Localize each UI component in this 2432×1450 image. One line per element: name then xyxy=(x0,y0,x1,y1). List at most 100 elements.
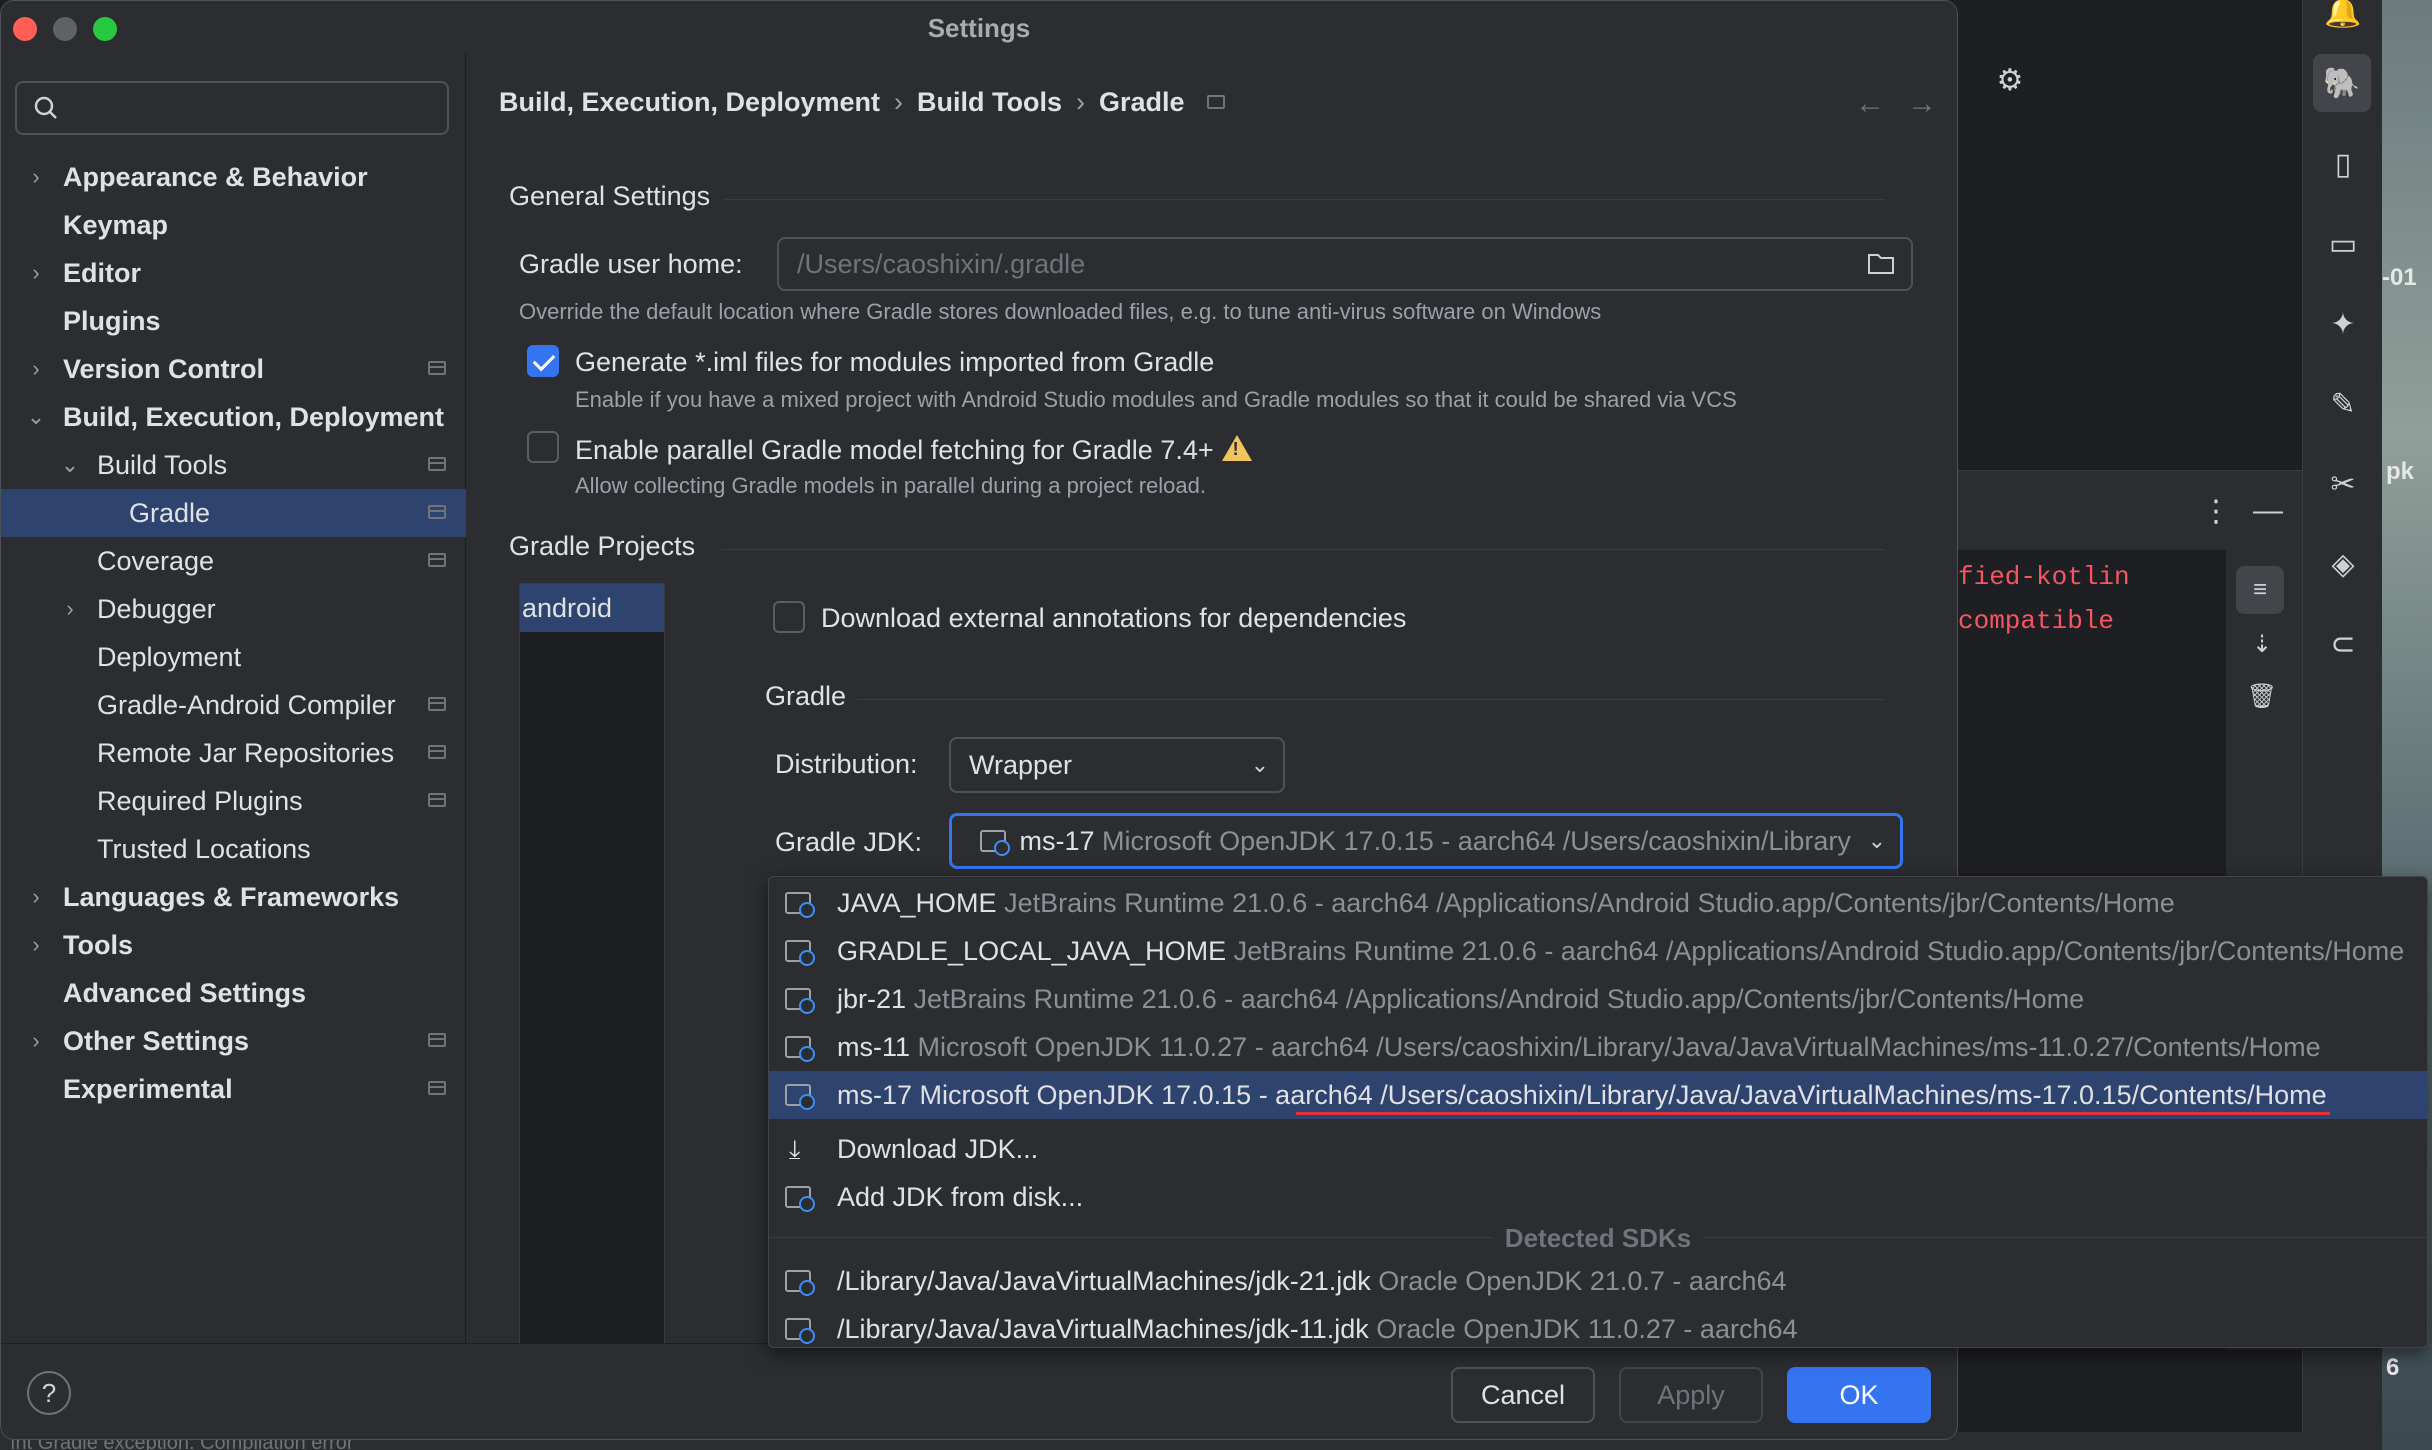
sidebar-item-editor[interactable]: › Editor xyxy=(1,249,466,297)
jdk-option-name: ms-11 xyxy=(837,1032,911,1062)
breadcrumb-item[interactable]: Build Tools xyxy=(917,87,1062,118)
gradle-user-home-placeholder: /Users/caoshixin/.gradle xyxy=(797,249,1086,279)
tools-icon[interactable]: ✂ xyxy=(2321,462,2365,506)
sidebar-item-gradle-android-compiler[interactable]: Gradle-Android Compiler xyxy=(1,681,466,729)
sidebar-item-plugins[interactable]: Plugins xyxy=(1,297,466,345)
sdk-detail: Oracle OpenJDK 21.0.7 - aarch64 xyxy=(1378,1266,1787,1296)
chevron-right-icon[interactable]: › xyxy=(23,249,49,297)
sidebar-item-build-execution-deployment[interactable]: ⌄ Build, Execution, Deployment xyxy=(1,393,466,441)
sidebar-item-version-control[interactable]: › Version Control xyxy=(1,345,466,393)
forward-arrow-icon[interactable]: → xyxy=(1907,87,1937,120)
jdk-option-ms-11[interactable]: ms-11 Microsoft OpenJDK 11.0.27 - aarch6… xyxy=(769,1023,2427,1071)
sidebar-item-debugger[interactable]: › Debugger xyxy=(1,585,466,633)
device-manager-icon[interactable]: ▯ xyxy=(2321,142,2365,186)
back-arrow-icon[interactable]: ← xyxy=(1855,87,1885,120)
add-jdk-from-disk-action[interactable]: Add JDK from disk... xyxy=(769,1173,2427,1221)
download-jdk-action[interactable]: ⤓ Download JDK... xyxy=(769,1125,2427,1173)
sidebar-item-label: Build, Execution, Deployment xyxy=(63,402,445,432)
sidebar-item-required-plugins[interactable]: Required Plugins xyxy=(1,777,466,825)
gradle-icon[interactable]: 🐘 xyxy=(2313,54,2371,112)
folder-icon[interactable] xyxy=(1867,251,1895,275)
chevron-down-icon[interactable]: ⌄ xyxy=(23,393,49,441)
sidebar-item-label: Build Tools xyxy=(97,450,228,480)
sidebar-item-deployment[interactable]: Deployment xyxy=(1,633,466,681)
jdk-icon xyxy=(785,1036,815,1062)
sidebar-item-languages-frameworks[interactable]: › Languages & Frameworks xyxy=(1,873,466,921)
parallel-fetching-label-wrap[interactable]: Enable parallel Gradle model fetching fo… xyxy=(575,433,1252,466)
sidebar-item-remote-jar-repositories[interactable]: Remote Jar Repositories xyxy=(1,729,466,777)
project-level-icon xyxy=(428,697,446,711)
action-label: Download JDK... xyxy=(837,1134,1039,1164)
generate-iml-checkbox[interactable] xyxy=(527,345,559,377)
chevron-right-icon[interactable]: › xyxy=(23,873,49,921)
download-annotations-checkbox[interactable] xyxy=(773,601,805,633)
chevron-right-icon[interactable]: › xyxy=(23,153,49,201)
chevron-right-icon[interactable]: › xyxy=(23,345,49,393)
sidebar-item-coverage[interactable]: Coverage xyxy=(1,537,466,585)
jdk-icon xyxy=(785,892,815,918)
settings-sidebar: › Appearance & Behavior Keymap › Editor … xyxy=(1,53,466,1343)
gradle-jdk-detail: Microsoft OpenJDK 17.0.15 - aarch64 /Use… xyxy=(1102,826,1851,856)
download-annotations-label[interactable]: Download external annotations for depend… xyxy=(821,603,1406,634)
help-button[interactable]: ? xyxy=(27,1371,71,1415)
app-inspection-icon[interactable]: ◈ xyxy=(2321,542,2365,586)
sidebar-item-build-tools[interactable]: ⌄ Build Tools xyxy=(1,441,466,489)
sidebar-item-tools[interactable]: › Tools xyxy=(1,921,466,969)
jdk-option-jbr-21[interactable]: jbr-21 JetBrains Runtime 21.0.6 - aarch6… xyxy=(769,975,2427,1023)
cancel-button[interactable]: Cancel xyxy=(1451,1367,1595,1423)
sidebar-item-experimental[interactable]: Experimental xyxy=(1,1065,466,1113)
jdk-option-detail: Microsoft OpenJDK 17.0.15 - aarch64 /Use… xyxy=(919,1080,2327,1110)
project-level-icon xyxy=(428,457,446,471)
trash-icon[interactable]: 🗑 xyxy=(2240,674,2284,718)
settings-gear-icon[interactable]: ⚙ xyxy=(1988,58,2032,102)
sidebar-item-label: Languages & Frameworks xyxy=(63,882,400,912)
sidebar-item-advanced-settings[interactable]: Advanced Settings xyxy=(1,969,466,1017)
desktop-label: pk xyxy=(2386,458,2415,485)
more-options-icon[interactable]: ⋮ xyxy=(2194,489,2238,533)
ok-button[interactable]: OK xyxy=(1787,1367,1931,1423)
sidebar-item-label: Remote Jar Repositories xyxy=(97,738,395,768)
gemini-icon[interactable]: ✦ xyxy=(2321,302,2365,346)
soft-wrap-icon[interactable]: ≡ xyxy=(2236,566,2284,614)
sidebar-item-label: Gradle-Android Compiler xyxy=(97,690,396,720)
gradle-user-home-input[interactable]: /Users/caoshixin/.gradle xyxy=(777,237,1913,291)
sidebar-item-label: Advanced Settings xyxy=(63,978,307,1008)
link-icon[interactable]: ⊂ xyxy=(2321,622,2365,666)
chevron-right-icon[interactable]: › xyxy=(23,921,49,969)
distribution-value: Wrapper xyxy=(969,750,1073,780)
sidebar-item-appearance[interactable]: › Appearance & Behavior xyxy=(1,153,466,201)
chevron-down-icon[interactable]: ⌄ xyxy=(57,441,83,489)
project-level-icon xyxy=(428,505,446,519)
generate-iml-hint: Enable if you have a mixed project with … xyxy=(575,387,1737,412)
jdk-option-java-home[interactable]: JAVA_HOME JetBrains Runtime 21.0.6 - aar… xyxy=(769,879,2427,927)
sidebar-item-label: Deployment xyxy=(97,642,242,672)
gradle-jdk-select[interactable]: ms-17 Microsoft OpenJDK 17.0.15 - aarch6… xyxy=(949,813,1903,869)
chevron-right-icon[interactable]: › xyxy=(57,585,83,633)
desktop-label: -01 xyxy=(2382,264,2417,291)
console-line: fied-kotlin xyxy=(1958,562,2130,592)
apply-button[interactable]: Apply xyxy=(1619,1367,1763,1423)
breadcrumb-item[interactable]: Build, Execution, Deployment xyxy=(499,87,880,118)
parallel-fetching-checkbox[interactable] xyxy=(527,431,559,463)
notifications-icon[interactable]: 🔔 xyxy=(2321,0,2365,34)
search-input[interactable] xyxy=(15,81,449,135)
sidebar-item-keymap[interactable]: Keymap xyxy=(1,201,466,249)
sidebar-item-gradle[interactable]: Gradle xyxy=(1,489,466,537)
generate-iml-label[interactable]: Generate *.iml files for modules importe… xyxy=(575,347,1214,378)
running-devices-icon[interactable]: ▭ xyxy=(2321,222,2365,266)
section-divider xyxy=(721,549,1885,550)
jdk-option-gradle-local-java-home[interactable]: GRADLE_LOCAL_JAVA_HOME JetBrains Runtime… xyxy=(769,927,2427,975)
sidebar-item-trusted-locations[interactable]: Trusted Locations xyxy=(1,825,466,873)
sidebar-item-label: Experimental xyxy=(63,1074,233,1104)
gradle-user-home-label: Gradle user home: xyxy=(519,249,743,279)
window-title: Settings xyxy=(927,13,1031,43)
scroll-to-end-icon[interactable]: ⇣ xyxy=(2240,622,2284,666)
distribution-select[interactable]: Wrapper ⌄ xyxy=(949,737,1285,793)
minimize-icon[interactable]: — xyxy=(2246,489,2290,533)
edit-icon[interactable]: ✎ xyxy=(2321,382,2365,426)
detected-sdk-jdk-11[interactable]: /Library/Java/JavaVirtualMachines/jdk-11… xyxy=(769,1305,2427,1353)
list-item[interactable]: android xyxy=(520,584,664,632)
detected-sdk-jdk-21[interactable]: /Library/Java/JavaVirtualMachines/jdk-21… xyxy=(769,1257,2427,1305)
sidebar-item-other-settings[interactable]: › Other Settings xyxy=(1,1017,466,1065)
chevron-right-icon[interactable]: › xyxy=(23,1017,49,1065)
